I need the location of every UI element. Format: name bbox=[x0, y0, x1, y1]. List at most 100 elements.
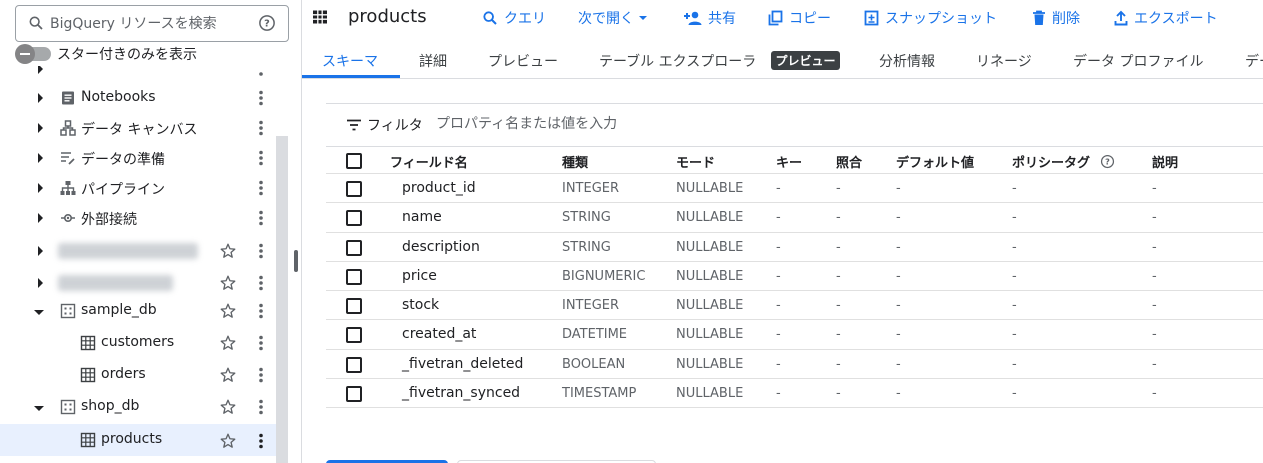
tree-item-redacted-project[interactable] bbox=[0, 236, 276, 266]
star-icon[interactable] bbox=[219, 334, 237, 352]
tree-item-dataset-sample-db[interactable]: sample_db bbox=[0, 296, 276, 326]
chevron-right-icon[interactable] bbox=[33, 91, 47, 105]
star-icon[interactable] bbox=[219, 432, 237, 450]
chevron-down-icon[interactable] bbox=[32, 401, 46, 415]
field-name-cell[interactable]: stock bbox=[402, 297, 439, 313]
starred-only-toggle[interactable]: スター付きのみを表示 bbox=[15, 44, 197, 64]
more-icon[interactable] bbox=[252, 119, 270, 137]
row-checkbox[interactable] bbox=[346, 356, 362, 373]
tree-item-dataset-shop-db[interactable]: shop_db bbox=[0, 392, 276, 422]
tab-data-profile[interactable]: データ プロファイル bbox=[1073, 51, 1203, 71]
delete-button[interactable]: 削除 bbox=[1032, 8, 1080, 28]
tree-item-data-canvas[interactable]: データ キャンバス bbox=[0, 113, 276, 143]
column-header-key[interactable]: キー bbox=[776, 152, 802, 171]
table-row[interactable]: product_id INTEGER NULLABLE - - - - - bbox=[326, 174, 1263, 204]
table-row[interactable]: stock INTEGER NULLABLE - - - - - bbox=[326, 291, 1263, 321]
tree-item-data-prep[interactable]: データの準備 bbox=[0, 143, 276, 173]
snapshot-button[interactable]: スナップショット bbox=[864, 8, 997, 28]
table-row[interactable]: _fivetran_synced TIMESTAMP NULLABLE - - - - - bbox=[326, 379, 1263, 408]
field-name-cell[interactable]: price bbox=[402, 268, 437, 284]
more-icon[interactable] bbox=[252, 89, 270, 107]
field-name-cell[interactable]: created_at bbox=[402, 326, 476, 342]
resize-handle[interactable] bbox=[294, 250, 298, 272]
row-checkbox[interactable] bbox=[346, 239, 362, 256]
field-name-cell[interactable]: name bbox=[402, 209, 442, 225]
row-checkbox[interactable] bbox=[346, 210, 362, 227]
star-icon[interactable] bbox=[219, 274, 237, 292]
more-icon[interactable] bbox=[252, 149, 270, 167]
field-name-cell[interactable]: product_id bbox=[402, 180, 476, 196]
row-checkbox[interactable] bbox=[346, 327, 362, 344]
share-button[interactable]: 共有 bbox=[684, 8, 736, 28]
tab-overflow[interactable]: デー bbox=[1245, 51, 1263, 71]
explorer-scrollbar[interactable] bbox=[276, 136, 288, 463]
chevron-right-icon[interactable] bbox=[33, 276, 47, 290]
row-checkbox[interactable] bbox=[346, 298, 362, 314]
column-header-mode[interactable]: モード bbox=[676, 152, 715, 171]
column-header-field[interactable]: フィールド名 bbox=[390, 152, 468, 171]
field-name-cell[interactable]: description bbox=[402, 239, 480, 255]
chevron-right-icon[interactable] bbox=[33, 211, 47, 225]
row-checkbox[interactable] bbox=[346, 385, 362, 402]
table-row[interactable]: description STRING NULLABLE - - - - - bbox=[326, 233, 1263, 262]
tab-lineage[interactable]: リネージ bbox=[976, 51, 1032, 71]
export-button[interactable]: エクスポート bbox=[1114, 8, 1218, 28]
tab-insights[interactable]: 分析情報 bbox=[879, 51, 935, 71]
help-icon[interactable]: ? bbox=[1100, 154, 1115, 169]
column-header-collation[interactable]: 照合 bbox=[836, 152, 862, 171]
resource-search-input[interactable] bbox=[50, 14, 250, 34]
more-icon[interactable] bbox=[252, 334, 270, 352]
more-icon[interactable] bbox=[252, 242, 270, 260]
chevron-right-icon[interactable] bbox=[33, 121, 47, 135]
more-icon[interactable] bbox=[252, 209, 270, 227]
resource-search-box[interactable]: ? bbox=[15, 5, 289, 42]
tab-preview[interactable]: プレビュー bbox=[488, 51, 558, 71]
row-checkbox[interactable] bbox=[346, 181, 362, 197]
tree-item-external-connection[interactable]: 外部接続 bbox=[0, 203, 276, 233]
more-icon[interactable] bbox=[252, 366, 270, 384]
more-icon[interactable] bbox=[252, 274, 270, 292]
tab-table-explorer[interactable]: テーブル エクスプローラ bbox=[599, 51, 756, 71]
star-icon[interactable] bbox=[219, 366, 237, 384]
chevron-right-icon[interactable] bbox=[33, 244, 47, 258]
query-button[interactable]: クエリ bbox=[482, 8, 546, 28]
tree-item-table-orders[interactable]: orders bbox=[0, 360, 276, 390]
table-row[interactable]: price BIGNUMERIC NULLABLE - - - - - bbox=[326, 262, 1263, 291]
tree-item-redacted-project[interactable] bbox=[0, 268, 276, 298]
tab-details[interactable]: 詳細 bbox=[419, 51, 447, 71]
tree-item-table-customers[interactable]: customers bbox=[0, 328, 276, 358]
copy-button[interactable]: コピー bbox=[768, 8, 831, 28]
more-icon[interactable] bbox=[252, 432, 270, 450]
chevron-down-icon[interactable] bbox=[32, 305, 46, 319]
chevron-right-icon[interactable] bbox=[33, 151, 47, 165]
chevron-right-icon[interactable] bbox=[33, 181, 47, 195]
column-header-policy[interactable]: ポリシータグ bbox=[1012, 152, 1090, 171]
policy-cell: - bbox=[1012, 385, 1017, 401]
more-icon[interactable] bbox=[252, 398, 270, 416]
field-name-cell[interactable]: _fivetran_deleted bbox=[402, 356, 523, 372]
column-header-type[interactable]: 種類 bbox=[562, 152, 588, 171]
tree-item-notebooks[interactable]: Notebooks bbox=[0, 83, 276, 113]
open-next-button[interactable]: 次で開く bbox=[578, 8, 648, 28]
field-name-cell[interactable]: _fivetran_synced bbox=[402, 385, 520, 401]
column-header-description[interactable]: 説明 bbox=[1152, 152, 1178, 171]
row-checkbox[interactable] bbox=[346, 268, 362, 285]
table-row[interactable]: created_at DATETIME NULLABLE - - - - - bbox=[326, 320, 1263, 350]
tree-item-pipeline[interactable]: パイプライン bbox=[0, 173, 276, 203]
star-icon[interactable] bbox=[219, 398, 237, 416]
select-all-checkbox[interactable] bbox=[346, 153, 362, 169]
tab-schema[interactable]: スキーマ bbox=[322, 51, 378, 71]
more-icon[interactable] bbox=[252, 179, 270, 197]
star-icon[interactable] bbox=[219, 302, 237, 320]
star-icon[interactable] bbox=[219, 242, 237, 260]
more-icon[interactable] bbox=[252, 66, 270, 78]
filter-input[interactable] bbox=[436, 114, 836, 134]
toggle-track[interactable] bbox=[15, 44, 51, 64]
table-row[interactable]: name STRING NULLABLE - - - - - bbox=[326, 203, 1263, 233]
more-icon[interactable] bbox=[252, 302, 270, 320]
help-icon[interactable]: ? bbox=[258, 14, 276, 32]
tree-item-table-products[interactable]: products bbox=[0, 424, 276, 456]
canvas-icon bbox=[60, 120, 76, 136]
table-row[interactable]: _fivetran_deleted BOOLEAN NULLABLE - - - - - bbox=[326, 350, 1263, 379]
column-header-default[interactable]: デフォルト値 bbox=[896, 152, 974, 171]
